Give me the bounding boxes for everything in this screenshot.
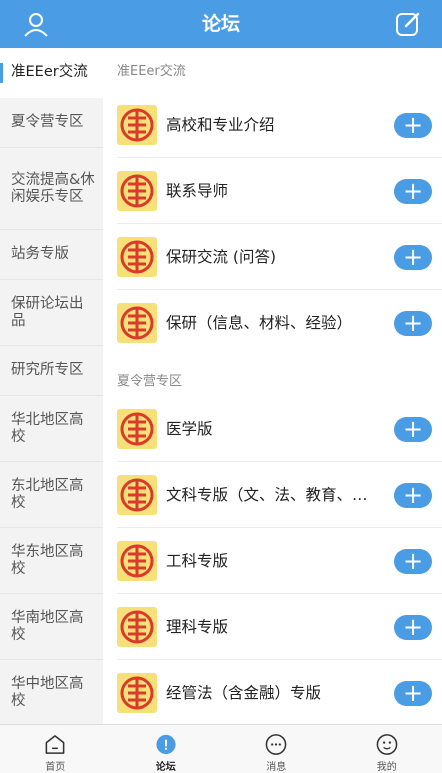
board-row[interactable]: 高校和专业介绍 + [117,92,442,158]
forum-icon [156,734,176,755]
sidebar-item-exchange-leisure[interactable]: 交流提高&休闲娱乐专区 [0,148,103,230]
add-board-button[interactable]: + [394,179,432,204]
sidebar-item-baoyan-products[interactable]: 保研论坛出品 [0,280,103,346]
board-row[interactable]: 医学版 + [117,396,442,462]
add-board-button[interactable]: + [394,681,432,706]
add-board-button[interactable]: + [394,615,432,640]
sidebar-item-site-affairs[interactable]: 站务专版 [0,230,103,280]
board-name: 文科专版（文、法、教育、… [166,486,368,504]
sidebar-item-label: 夏令营专区 [11,114,84,130]
board-name: 经管法（含金融）专版 [166,684,322,702]
bottom-tab-bar: 首页 论坛 消息 我的 [0,724,442,773]
forum-logo-icon [117,541,157,581]
sidebar-item-label: 交流提高&休闲娱乐专区 [11,171,95,205]
forum-logo-icon [117,303,157,343]
category-sidebar: 准EEer交流 夏令营专区 交流提高&休闲娱乐专区 站务专版 保研论坛出品 研究… [0,48,103,724]
sidebar-item-label: 研究所专区 [11,362,84,378]
sidebar-item-institutes[interactable]: 研究所专区 [0,346,103,396]
page-title: 论坛 [201,13,240,35]
add-board-button[interactable]: + [394,549,432,574]
sidebar-item-label: 站务专版 [11,246,69,262]
section-title: 准EEer交流 [117,64,186,79]
tab-home[interactable]: 首页 [0,725,111,773]
add-board-button[interactable]: + [394,113,432,138]
sidebar-item-north-china[interactable]: 华北地区高校 [0,396,103,462]
section-title: 夏令营专区 [117,374,183,389]
sidebar-item-zhun-eeer[interactable]: 准EEer交流 [0,48,103,98]
sidebar-item-label: 东北地区高校 [11,477,84,511]
message-icon [265,734,287,755]
sidebar-item-label: 保研论坛出品 [11,295,84,329]
board-row[interactable]: 保研交流 (问答) + [117,224,442,290]
profile-face-icon [376,734,398,755]
board-row[interactable]: 理科专版 + [117,594,442,660]
edit-icon[interactable] [394,10,422,38]
board-name: 医学版 [166,420,213,438]
sidebar-item-label: 华北地区高校 [11,411,84,445]
tab-label: 消息 [266,762,287,773]
board-name: 保研（信息、材料、经验） [166,314,353,332]
board-name: 保研交流 (问答) [166,248,277,266]
board-name: 高校和专业介绍 [166,116,275,134]
board-name: 工科专版 [166,552,229,570]
sidebar-item-east-china[interactable]: 华东地区高校 [0,528,103,594]
tab-label: 我的 [376,762,397,773]
sidebar-item-central-china[interactable]: 华中地区高校 [0,660,103,724]
add-board-button[interactable]: + [394,417,432,442]
sidebar-item-label: 华东地区高校 [11,543,84,577]
forum-logo-icon [117,607,157,647]
top-bar: 论坛 [0,0,442,48]
board-row[interactable]: 保研（信息、材料、经验） + [117,290,442,356]
forum-logo-icon [117,171,157,211]
board-name: 理科专版 [166,618,229,636]
sidebar-item-label: 准EEer交流 [11,64,88,80]
forum-logo-icon [117,409,157,449]
board-row[interactable]: 工科专版 + [117,528,442,594]
board-row[interactable]: 联系导师 + [117,158,442,224]
forum-logo-icon [117,105,157,145]
tab-forum[interactable]: 论坛 [111,725,222,773]
forum-logo-icon [117,475,157,515]
board-row[interactable]: 经管法（含金融）专版 + [117,660,442,724]
add-board-button[interactable]: + [394,311,432,336]
add-board-button[interactable]: + [394,245,432,270]
sidebar-item-label: 华南地区高校 [11,609,84,643]
forum-logo-icon [117,237,157,277]
add-board-button[interactable]: + [394,483,432,508]
sidebar-item-summer-camp[interactable]: 夏令营专区 [0,98,103,148]
home-icon [45,735,65,754]
tab-messages[interactable]: 消息 [221,725,332,773]
board-name: 联系导师 [166,182,229,200]
tab-label: 论坛 [155,762,176,773]
board-row[interactable]: 文科专版（文、法、教育、… + [117,462,442,528]
tab-label: 首页 [45,762,66,773]
sidebar-item-northeast[interactable]: 东北地区高校 [0,462,103,528]
board-list: 准EEer交流 高校和专业介绍 + 联系导师 + 保研交流 (问答) + 保研（… [103,48,442,724]
tab-me[interactable]: 我的 [332,725,442,773]
sidebar-item-south-china[interactable]: 华南地区高校 [0,594,103,660]
sidebar-item-label: 华中地区高校 [11,675,84,709]
forum-logo-icon [117,673,157,713]
